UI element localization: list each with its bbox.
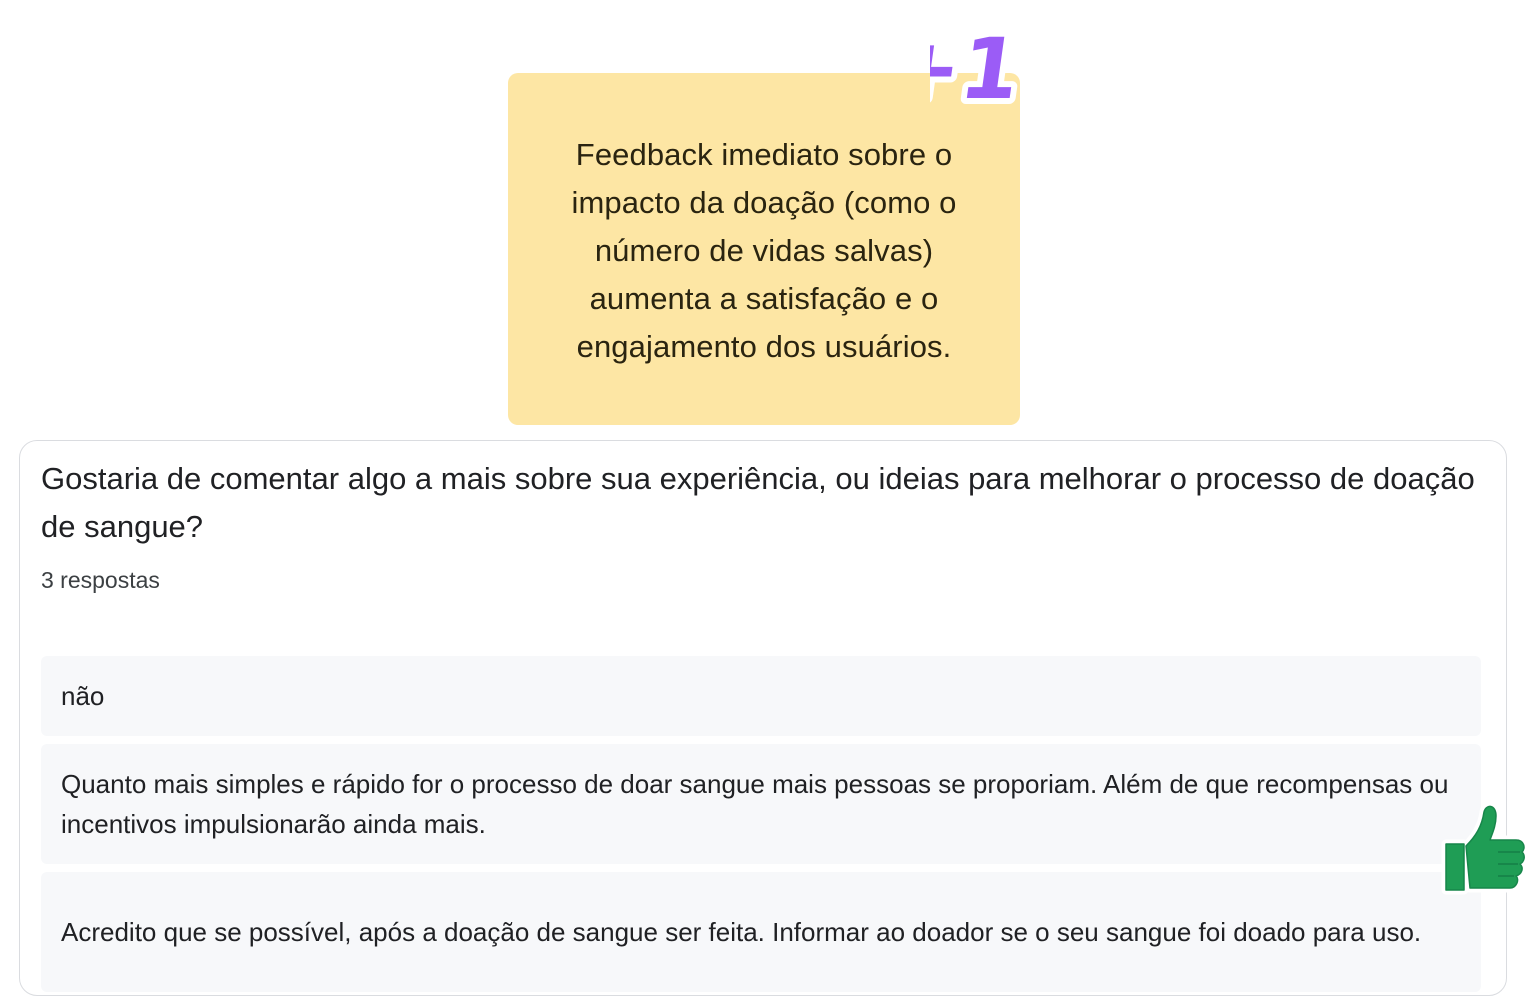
- response-item: Quanto mais simples e rápido for o proce…: [41, 744, 1481, 864]
- response-text: Quanto mais simples e rápido for o proce…: [61, 769, 1449, 839]
- question-card: Gostaria de comentar algo a mais sobre s…: [19, 440, 1507, 996]
- response-list: não Quanto mais simples e rápido for o p…: [41, 656, 1481, 995]
- thumbs-up-icon: [1441, 802, 1529, 895]
- response-count: 3 respostas: [41, 567, 160, 593]
- response-item: Acredito que se possível, após a doação …: [41, 872, 1481, 992]
- sticky-note-text: Feedback imediato sobre o impacto da doa…: [571, 137, 957, 364]
- response-text: Acredito que se possível, após a doação …: [61, 917, 1422, 947]
- plus-one-badge: +1 +1: [930, 20, 1030, 110]
- response-text: não: [61, 681, 105, 711]
- plus-one-label: +1: [930, 20, 1026, 110]
- question-title: Gostaria de comentar algo a mais sobre s…: [41, 461, 1475, 544]
- sticky-note: Feedback imediato sobre o impacto da doa…: [508, 73, 1020, 425]
- response-item: não: [41, 656, 1481, 736]
